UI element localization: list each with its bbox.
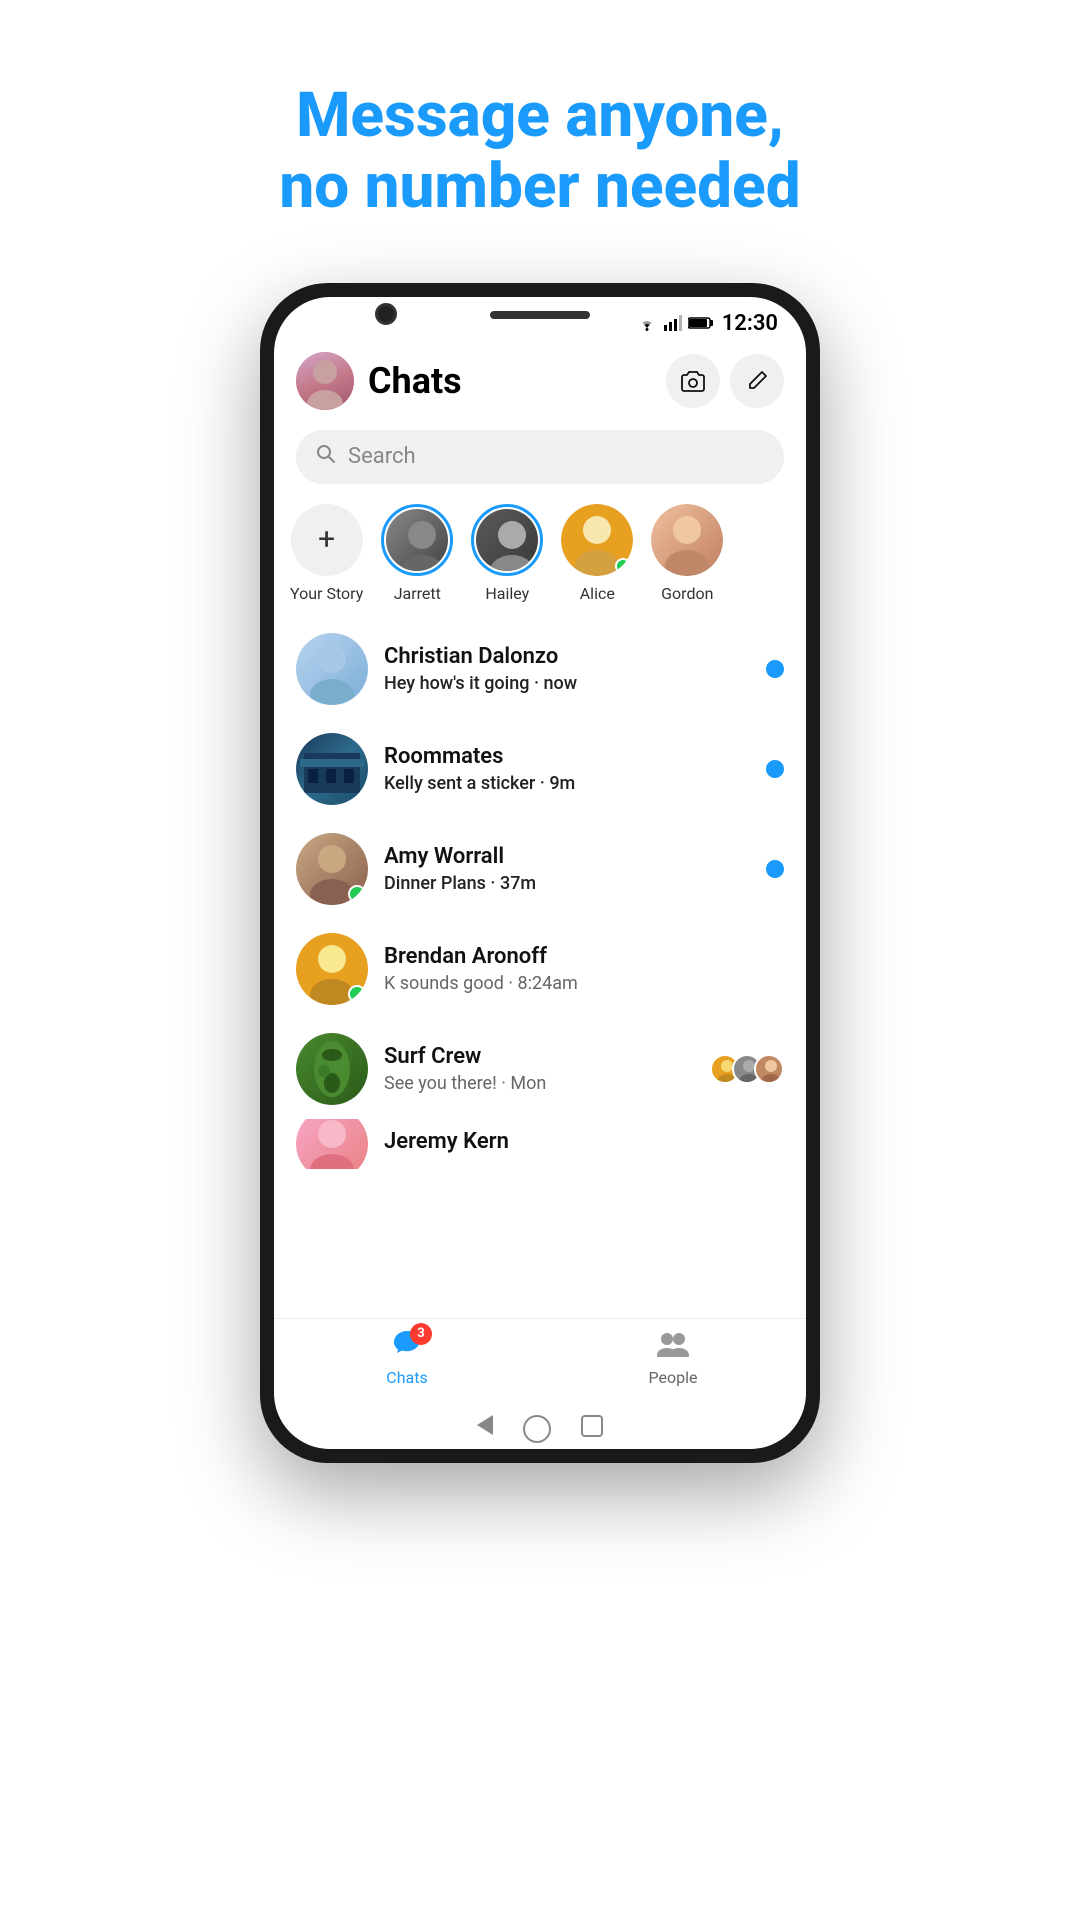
phone-screen: 12:30 Chats <box>274 297 806 1449</box>
headline-line1: Message anyone, <box>296 79 784 152</box>
amy-preview: Dinner Plans · 37m <box>384 873 766 894</box>
christian-chat-content: Christian Dalonzo Hey how's it going · n… <box>384 644 766 694</box>
signal-icon <box>664 315 682 331</box>
hailey-avatar[interactable] <box>471 504 543 576</box>
jarrett-avatar[interactable] <box>381 504 453 576</box>
status-time: 12:30 <box>722 311 778 336</box>
brendan-preview: K sounds good · 8:24am <box>384 973 784 994</box>
surf-crew-avatar <box>296 1033 368 1105</box>
jeremy-name: Jeremy Kern <box>384 1129 784 1154</box>
chat-item-jeremy[interactable]: Jeremy Kern <box>274 1119 806 1169</box>
roommates-unread-indicator <box>766 760 784 778</box>
alice-online-indicator <box>615 558 631 574</box>
jeremy-avatar <box>296 1119 368 1169</box>
alice-label: Alice <box>580 584 615 603</box>
amy-online-dot <box>348 885 366 903</box>
chat-item-brendan[interactable]: Brendan Aronoff K sounds good · 8:24am <box>274 919 806 1019</box>
camera-icon <box>681 370 705 392</box>
amy-avatar <box>296 833 368 905</box>
compose-button[interactable] <box>730 354 784 408</box>
status-bar: 12:30 <box>274 297 806 342</box>
search-placeholder-text: Search <box>348 444 416 469</box>
chats-nav-icon: 3 <box>392 1329 422 1364</box>
amy-unread-indicator <box>766 860 784 878</box>
profile-avatar[interactable] <box>296 352 354 410</box>
nav-item-people[interactable]: People <box>540 1329 806 1387</box>
add-story-button[interactable]: + <box>291 504 363 576</box>
app-headline: Message anyone, no number needed <box>199 80 880 223</box>
stories-row: + Your Story Jarrett <box>274 498 806 619</box>
phone-outer-shell: 12:30 Chats <box>260 283 820 1463</box>
alice-avatar[interactable] <box>561 504 633 576</box>
brendan-name: Brendan Aronoff <box>384 944 784 969</box>
chat-item-roommates[interactable]: Roommates Kelly sent a sticker · 9m <box>274 719 806 819</box>
recents-button[interactable] <box>581 1415 603 1437</box>
hailey-label: Hailey <box>485 584 529 603</box>
people-nav-icon <box>655 1329 691 1364</box>
your-story-label: Your Story <box>290 584 363 603</box>
amy-name: Amy Worrall <box>384 844 766 869</box>
chats-nav-label: Chats <box>386 1368 427 1387</box>
app-header: Chats <box>274 342 806 424</box>
phone-camera <box>375 303 397 325</box>
brendan-chat-content: Brendan Aronoff K sounds good · 8:24am <box>384 944 784 994</box>
people-icon <box>655 1329 691 1357</box>
camera-button[interactable] <box>666 354 720 408</box>
story-item-gordon[interactable]: Gordon <box>651 504 723 603</box>
surf-crew-preview: See you there! · Mon <box>384 1073 710 1094</box>
story-item-your-story[interactable]: + Your Story <box>290 504 363 603</box>
brendan-avatar <box>296 933 368 1005</box>
back-button[interactable] <box>477 1415 493 1435</box>
chat-list: Christian Dalonzo Hey how's it going · n… <box>274 619 806 1318</box>
chat-item-christian[interactable]: Christian Dalonzo Hey how's it going · n… <box>274 619 806 719</box>
edit-icon <box>746 370 768 392</box>
phone-speaker <box>490 311 590 319</box>
gordon-avatar[interactable] <box>651 504 723 576</box>
story-item-alice[interactable]: Alice <box>561 504 633 603</box>
status-icons <box>636 315 714 331</box>
story-item-hailey[interactable]: Hailey <box>471 504 543 603</box>
surf-crew-content: Surf Crew See you there! · Mon <box>384 1044 710 1094</box>
surf-crew-name: Surf Crew <box>384 1044 710 1069</box>
home-indicator-bar <box>274 1407 806 1449</box>
nav-item-chats[interactable]: 3 Chats <box>274 1329 540 1387</box>
app-title: Chats <box>368 360 656 402</box>
people-nav-label: People <box>649 1368 698 1387</box>
chats-badge: 3 <box>410 1323 432 1345</box>
wifi-icon <box>636 315 658 331</box>
roommates-preview: Kelly sent a sticker · 9m <box>384 773 766 794</box>
amy-chat-content: Amy Worrall Dinner Plans · 37m <box>384 844 766 894</box>
home-button[interactable] <box>523 1415 551 1443</box>
surf-crew-group-avatars <box>710 1054 784 1084</box>
christian-avatar <box>296 633 368 705</box>
chat-item-amy[interactable]: Amy Worrall Dinner Plans · 37m <box>274 819 806 919</box>
phone-device: 12:30 Chats <box>260 283 820 1463</box>
jeremy-chat-content: Jeremy Kern <box>384 1129 784 1158</box>
christian-preview: Hey how's it going · now <box>384 673 766 694</box>
brendan-online-dot <box>348 985 366 1003</box>
roommates-avatar <box>296 733 368 805</box>
jarrett-label: Jarrett <box>394 584 441 603</box>
headline-line2: no number needed <box>279 150 800 223</box>
search-icon <box>316 444 336 470</box>
search-bar[interactable]: Search <box>296 430 784 484</box>
roommates-name: Roommates <box>384 744 766 769</box>
christian-unread-indicator <box>766 660 784 678</box>
search-magnifier-icon <box>316 444 336 464</box>
chat-item-surf-crew[interactable]: Surf Crew See you there! · Mon <box>274 1019 806 1119</box>
battery-icon <box>688 316 714 330</box>
christian-name: Christian Dalonzo <box>384 644 766 669</box>
story-item-jarrett[interactable]: Jarrett <box>381 504 453 603</box>
roommates-chat-content: Roommates Kelly sent a sticker · 9m <box>384 744 766 794</box>
gordon-label: Gordon <box>661 584 713 603</box>
home-buttons <box>477 1415 603 1443</box>
bottom-nav: 3 Chats People <box>274 1318 806 1407</box>
